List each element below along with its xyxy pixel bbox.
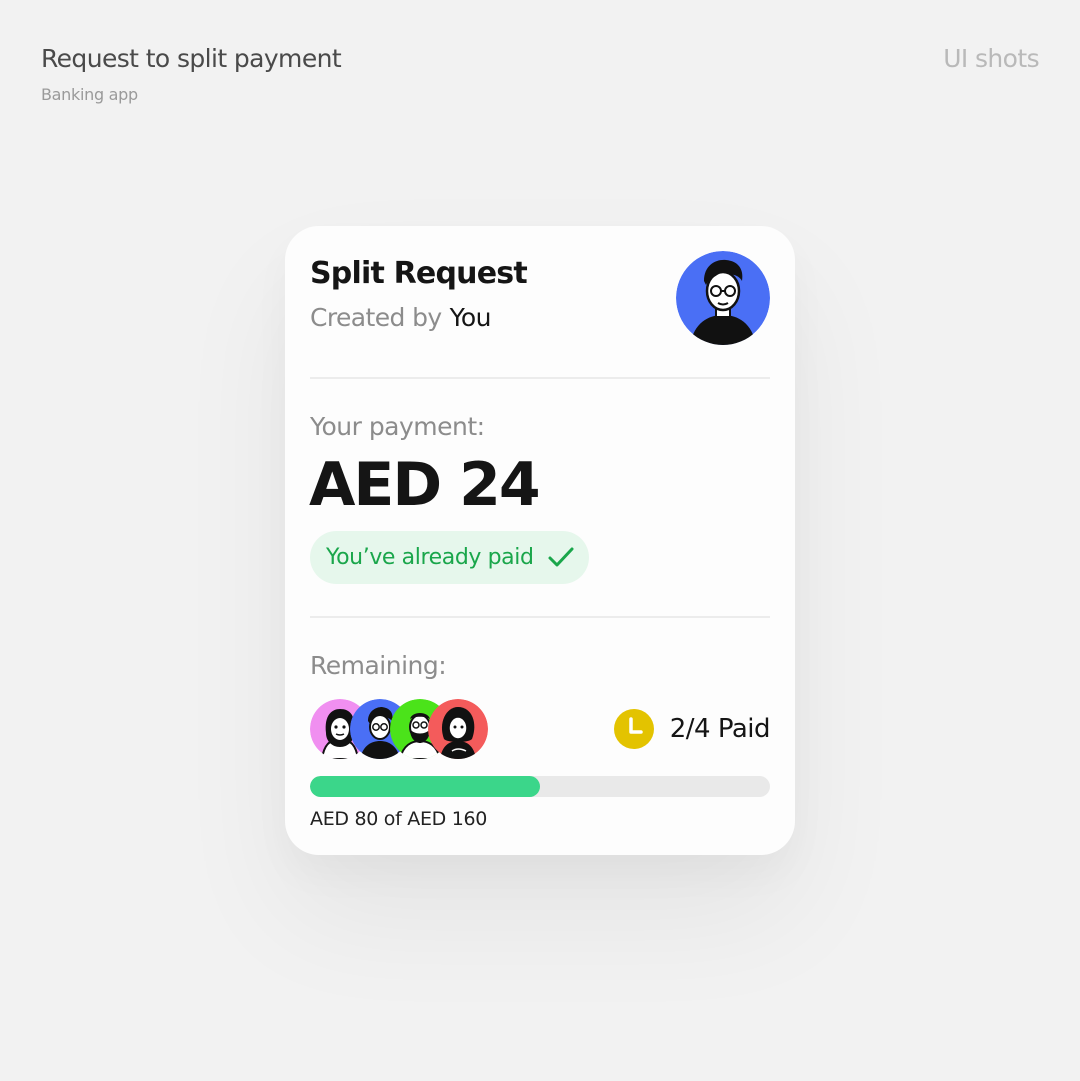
participant-avatars[interactable] bbox=[310, 699, 490, 761]
created-by-label: Created by bbox=[310, 303, 442, 332]
card-title: Split Request bbox=[310, 256, 528, 291]
check-icon bbox=[548, 547, 574, 567]
remaining-label: Remaining: bbox=[310, 651, 447, 680]
paid-count-status: 2/4 Paid bbox=[613, 709, 771, 749]
person-avatar-icon[interactable] bbox=[676, 251, 770, 345]
created-by-value: You bbox=[449, 303, 492, 332]
payment-label: Your payment: bbox=[310, 412, 485, 441]
paid-status-text: You’ve already paid bbox=[326, 545, 534, 570]
brand-label: UI shots bbox=[943, 44, 1039, 73]
paid-status-badge: You’ve already paid bbox=[310, 531, 589, 584]
participant-avatar-icon[interactable] bbox=[428, 699, 488, 759]
divider bbox=[310, 377, 770, 379]
split-request-card: Split Request Created by You Your payment… bbox=[285, 226, 795, 855]
payment-amount: AED 24 bbox=[309, 450, 541, 520]
payment-progress-bar bbox=[310, 776, 770, 797]
created-by-row: Created by You bbox=[310, 303, 491, 332]
page-title: Request to split payment bbox=[41, 44, 342, 73]
page-subtitle: Banking app bbox=[41, 85, 138, 104]
progress-caption: AED 80 of AED 160 bbox=[310, 808, 488, 830]
payment-progress-fill bbox=[310, 776, 540, 797]
divider bbox=[310, 616, 770, 618]
clock-icon bbox=[613, 709, 654, 749]
paid-count-text: 2/4 Paid bbox=[669, 714, 771, 744]
